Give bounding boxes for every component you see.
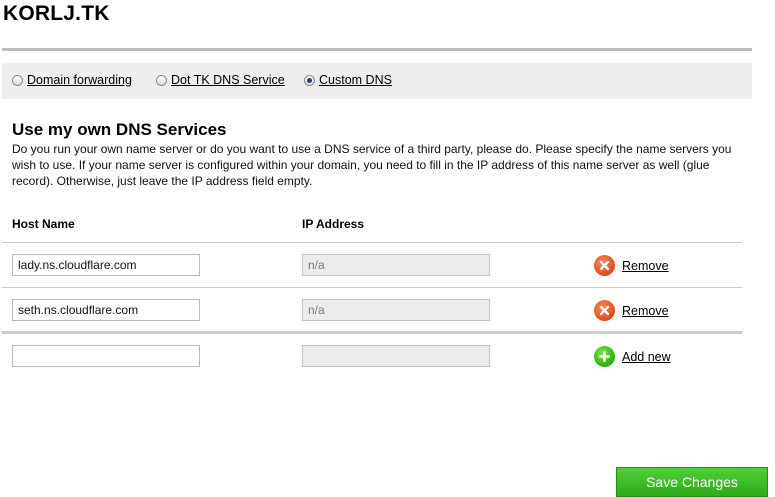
domain-title: KORLJ.TK: [3, 2, 110, 25]
host-name-input-2[interactable]: [12, 299, 200, 321]
mode-label-domain-forwarding[interactable]: Domain forwarding: [27, 73, 132, 87]
mode-option-dot-tk-dns[interactable]: Dot TK DNS Service: [156, 73, 285, 87]
top-divider: [2, 48, 752, 51]
remove-button-2[interactable]: Remove: [594, 300, 669, 321]
radio-domain-forwarding[interactable]: [12, 74, 23, 86]
mode-label-custom-dns[interactable]: Custom DNS: [319, 73, 392, 87]
dns-mode-bar: Domain forwarding Dot TK DNS Service Cus…: [2, 63, 752, 99]
row-divider-thick: [2, 331, 742, 334]
remove-icon[interactable]: [594, 300, 615, 321]
column-header-host-name: Host Name: [12, 217, 75, 231]
radio-selected-dot: [307, 77, 312, 83]
add-new-link[interactable]: Add new: [622, 350, 671, 364]
remove-link-2[interactable]: Remove: [622, 304, 669, 318]
new-host-name-input[interactable]: [12, 345, 200, 367]
mode-option-domain-forwarding[interactable]: Domain forwarding: [12, 73, 132, 87]
mode-label-dot-tk-dns[interactable]: Dot TK DNS Service: [171, 73, 285, 87]
save-changes-button[interactable]: Save Changes: [616, 467, 768, 497]
radio-custom-dns[interactable]: [304, 74, 315, 86]
ip-address-input-1[interactable]: [302, 254, 490, 276]
radio-dot-tk-dns[interactable]: [156, 74, 167, 86]
add-icon[interactable]: [594, 346, 615, 367]
row-divider: [2, 242, 742, 243]
mode-option-custom-dns[interactable]: Custom DNS: [304, 73, 392, 87]
section-description: Do you run your own name server or do yo…: [12, 142, 732, 188]
add-new-button[interactable]: Add new: [594, 346, 671, 367]
remove-icon[interactable]: [594, 255, 615, 276]
remove-button-1[interactable]: Remove: [594, 255, 669, 276]
remove-link-1[interactable]: Remove: [622, 259, 669, 273]
section-heading: Use my own DNS Services: [12, 120, 227, 139]
ip-address-input-2[interactable]: [302, 299, 490, 321]
host-name-input-1[interactable]: [12, 254, 200, 276]
column-header-ip-address: IP Address: [302, 217, 365, 231]
row-divider: [2, 287, 742, 288]
new-ip-address-input[interactable]: [302, 345, 490, 367]
